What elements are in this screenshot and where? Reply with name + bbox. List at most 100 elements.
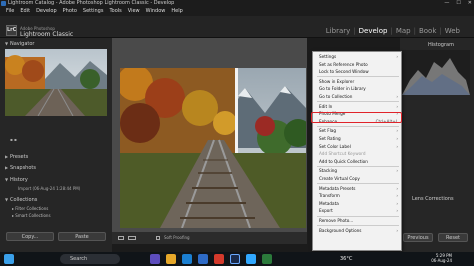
submenu-arrow-icon: › (396, 193, 398, 199)
navigator-zoom-fill[interactable]: ▪ ▪ (10, 137, 17, 142)
menu-item-remove-photo[interactable]: Remove Photo... (313, 217, 401, 225)
menu-item-create-virtual-copy[interactable]: Create Virtual Copy (313, 175, 401, 183)
snapshots-label: Snapshots (10, 165, 36, 171)
submenu-arrow-icon: › (396, 136, 398, 141)
menu-item-lock-to-second-window[interactable]: Lock to Second Window (313, 68, 401, 76)
navigator-preview[interactable] (5, 49, 107, 116)
expand-triangle-icon: ▶ (5, 154, 9, 159)
soft-proofing-label: Soft Proofing (164, 235, 190, 240)
menu-settings[interactable]: Settings (83, 7, 104, 16)
module-library[interactable]: Library (326, 27, 350, 35)
menu-item-stacking[interactable]: Stacking › (313, 167, 401, 175)
submenu-arrow-icon: › (396, 185, 398, 191)
menu-item-transform[interactable]: Transform › (313, 192, 401, 200)
before-after-icon[interactable] (128, 236, 136, 240)
menu-item-export[interactable]: Export › (313, 207, 401, 215)
module-map[interactable]: Map (396, 27, 411, 35)
snapshots-header[interactable]: ▶ Snapshots (4, 164, 108, 172)
chrome-icon[interactable] (214, 254, 224, 264)
copy-button[interactable]: Copy... (6, 232, 54, 241)
submenu-arrow-icon: › (396, 208, 398, 214)
app-icon[interactable] (150, 254, 160, 264)
menu-file[interactable]: File (6, 7, 14, 16)
menu-item-label: Show in Explorer (319, 78, 355, 84)
close-button[interactable]: ✕ (468, 0, 472, 7)
menu-item-label: Go to Collection (319, 94, 353, 99)
menu-item-label: Add Shortcut Keyword (319, 151, 366, 157)
submenu-arrow-icon: › (396, 168, 398, 174)
previous-button[interactable]: Previous (403, 233, 433, 242)
excel-icon[interactable] (262, 254, 272, 264)
context-menu: Settings › Set as Reference Photo Lock to S… (312, 51, 402, 251)
lightroom-taskbar-icon[interactable] (230, 254, 240, 264)
soft-proofing-checkbox[interactable] (156, 236, 160, 240)
menu-develop[interactable]: Develop (36, 7, 57, 16)
module-develop[interactable]: Develop (359, 27, 388, 35)
submenu-arrow-icon: › (396, 128, 398, 134)
windows-start-icon[interactable] (4, 254, 14, 264)
menu-item-metadata-presets[interactable]: Metadata Presets › (313, 185, 401, 193)
collapse-triangle-icon: ▼ (5, 41, 9, 46)
menu-item-set-color-label[interactable]: Set Color Label › (313, 143, 401, 151)
menu-view[interactable]: View (128, 7, 140, 16)
presets-label: Presets (10, 154, 29, 160)
history-header[interactable]: ▼ History (4, 176, 108, 184)
menu-tools[interactable]: Tools (109, 7, 121, 16)
menu-item-label: Settings (319, 54, 337, 59)
menu-item-label: Edit In (319, 103, 333, 109)
photo-merge-highlight (311, 112, 402, 123)
reset-button[interactable]: Reset (438, 233, 468, 242)
module-web[interactable]: Web (445, 27, 460, 35)
word-icon[interactable] (198, 254, 208, 264)
menu-window[interactable]: Window (146, 7, 166, 16)
module-book[interactable]: Book (419, 27, 436, 35)
menu-item-background-options[interactable]: Background Options › (313, 227, 401, 235)
system-clock[interactable]: 5:29 PM 06-Aug-24 (431, 253, 452, 263)
menu-item-label: Set Flag (319, 128, 337, 134)
app-icon (1, 1, 6, 6)
menu-item-edit-in[interactable]: Edit In › (313, 103, 401, 111)
presets-header[interactable]: ▶ Presets (4, 153, 108, 161)
submenu-arrow-icon: › (396, 103, 398, 109)
search-placeholder: Search (70, 256, 88, 262)
menu-bar: File Edit Develop Photo Settings Tools V… (0, 7, 474, 16)
main-photo[interactable] (120, 68, 306, 228)
loupe-view-icon[interactable] (118, 236, 124, 240)
menu-item-add-to-quick-collection[interactable]: Add to Quick Collection (313, 158, 401, 166)
railway-photo-image (120, 68, 306, 228)
minimize-button[interactable]: — (444, 0, 449, 7)
menu-item-show-in-explorer[interactable]: Show in Explorer (313, 78, 401, 86)
menu-item-metadata[interactable]: Metadata › (313, 200, 401, 208)
folder-icon[interactable] (166, 254, 176, 264)
menu-item-set-flag[interactable]: Set Flag › (313, 127, 401, 135)
taskbar-search[interactable]: Search (60, 254, 120, 264)
photoshop-icon[interactable] (246, 254, 256, 264)
menu-item-go-to-folder-in-library[interactable]: Go to Folder in Library (313, 85, 401, 93)
menu-item-label: Set Rating (319, 136, 341, 141)
paste-button[interactable]: Paste (58, 232, 106, 241)
collapse-triangle-icon: ▼ (5, 177, 9, 182)
window-title: Lightroom Catalog - Adobe Photoshop Ligh… (8, 0, 175, 6)
menu-item-label: Go to Folder in Library (319, 86, 366, 92)
module-picker: Library | Develop | Map | Book | Web (325, 27, 460, 35)
histogram-graph (402, 58, 470, 95)
history-item[interactable]: Import (06-Aug-24 1:28:44 PM) (18, 186, 80, 191)
collections-header[interactable]: ▼ Collections (4, 196, 108, 204)
histogram[interactable] (402, 50, 470, 95)
collection-filter-row[interactable]: ▸ Filter Collections (12, 205, 48, 212)
lens-corrections-header[interactable]: Lens Corrections (412, 196, 454, 202)
navigator-header[interactable]: ▼ Navigator (4, 40, 108, 48)
menu-help[interactable]: Help (171, 7, 182, 16)
menu-item-go-to-collection[interactable]: Go to Collection › (313, 93, 401, 101)
copy-paste-bar: Copy... Paste (4, 232, 108, 242)
menu-item-settings[interactable]: Settings › (313, 53, 401, 61)
edge-icon[interactable] (182, 254, 192, 264)
menu-edit[interactable]: Edit (20, 7, 30, 16)
menu-item-set-as-reference-photo[interactable]: Set as Reference Photo (313, 61, 401, 69)
maximize-button[interactable]: ☐ (456, 0, 460, 7)
menu-item-label: Export (319, 208, 333, 214)
menu-item-set-rating[interactable]: Set Rating › (313, 135, 401, 143)
menu-photo[interactable]: Photo (63, 7, 77, 16)
weather-temperature[interactable]: 36°C (340, 256, 352, 262)
collection-smart-row[interactable]: ▸ Smart Collections (12, 212, 51, 219)
